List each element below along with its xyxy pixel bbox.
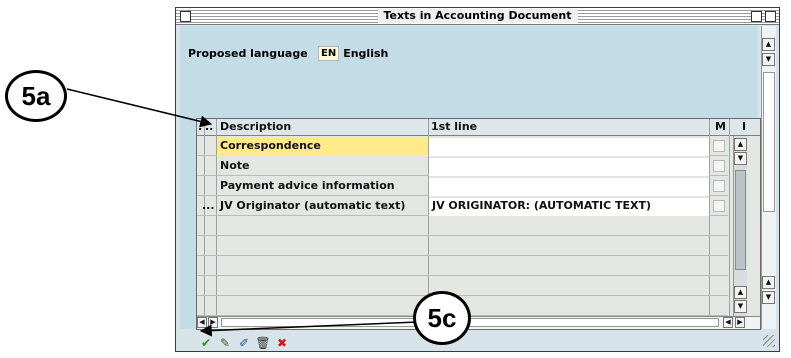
callout-5c-arrow xyxy=(199,321,419,337)
callout-5c: 5c xyxy=(413,291,471,345)
callout-5a: 5a xyxy=(5,70,67,122)
callout-5a-arrow xyxy=(66,88,213,128)
annotation-arrows xyxy=(66,88,419,337)
